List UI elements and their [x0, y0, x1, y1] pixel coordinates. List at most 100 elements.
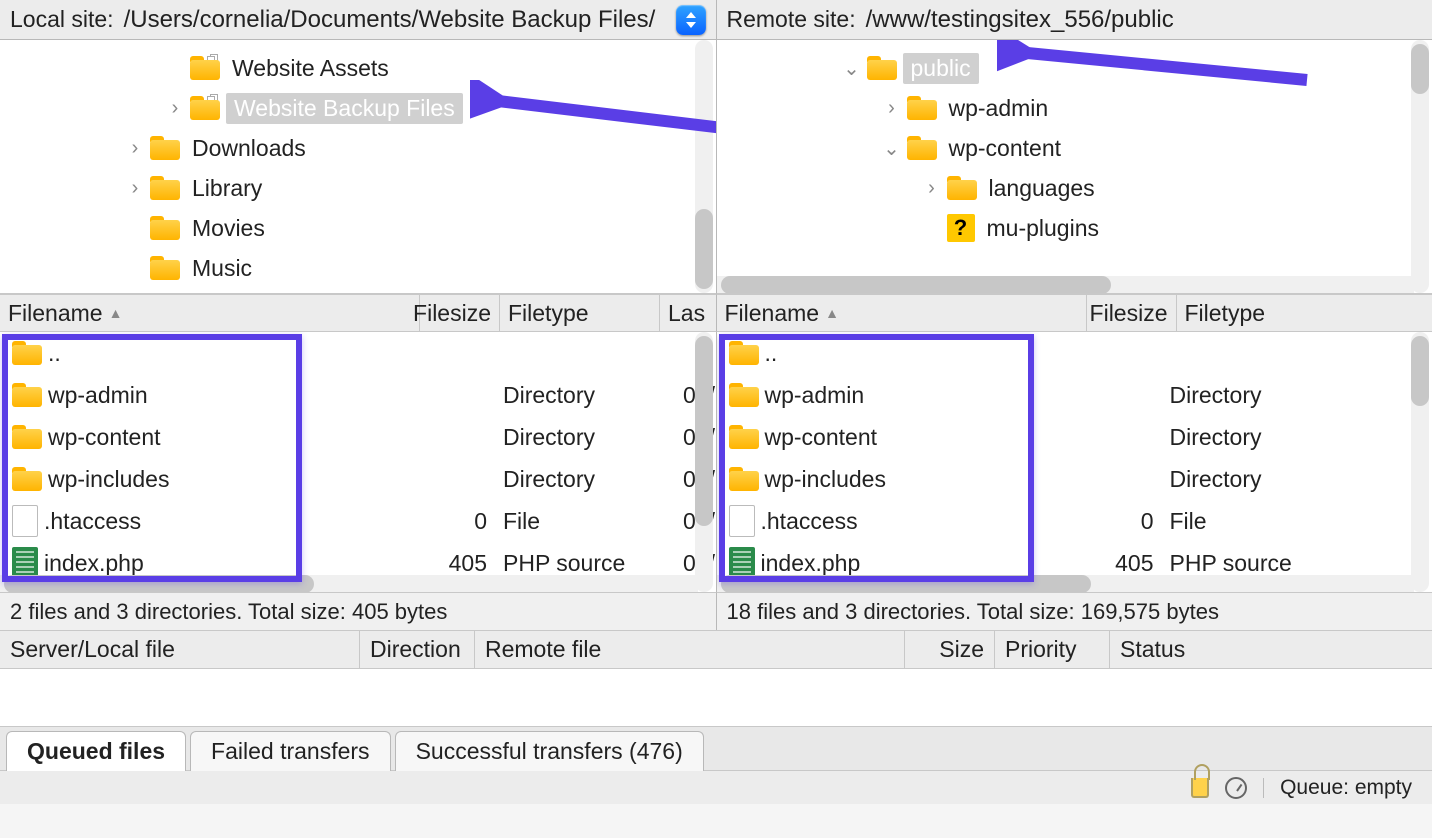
tree-item[interactable]: Music	[0, 248, 716, 288]
file-type: Directory	[1170, 466, 1262, 492]
queue-status: Queue: empty	[1280, 776, 1412, 800]
queue-body[interactable]	[0, 668, 1432, 726]
file-row[interactable]: wp-includesDirectory08/	[0, 458, 716, 500]
scrollbar[interactable]	[1411, 332, 1429, 592]
tab-successful[interactable]: Successful transfers (476)	[395, 731, 704, 771]
col-filename[interactable]: Filename	[725, 300, 820, 327]
file-name: ..	[48, 340, 61, 367]
scrollbar[interactable]	[1411, 40, 1429, 293]
tree-item-label: Movies	[186, 215, 265, 242]
qcol-remote[interactable]: Remote file	[485, 636, 601, 662]
folder-icon	[150, 136, 180, 160]
queue-header[interactable]: Server/Local file Direction Remote file …	[0, 630, 1432, 668]
tree-item-label: Music	[186, 255, 252, 282]
local-site-dropdown[interactable]	[676, 5, 706, 35]
tree-item[interactable]: ⌄ wp-content	[717, 128, 1432, 168]
file-icon	[729, 505, 755, 537]
remote-tree[interactable]: ⌄public › wp-admin ⌄ wp-content › languages ?mu…	[716, 40, 1432, 294]
file-type: PHP source	[1170, 550, 1292, 576]
speed-gauge-icon[interactable]	[1225, 777, 1247, 799]
tree-item[interactable]: › wp-admin	[717, 88, 1432, 128]
scrollbar[interactable]	[717, 276, 1415, 294]
local-file-list[interactable]: .. wp-adminDirectory08/wp-contentDirector…	[0, 332, 716, 592]
folder-icon	[150, 176, 180, 200]
tree-item[interactable]: Website Assets	[0, 48, 716, 88]
tree-row: Website Assets › Website Backup Files ›Down…	[0, 40, 1432, 294]
file-name: wp-admin	[765, 382, 865, 409]
tree-item[interactable]: ?mu-plugins	[717, 208, 1432, 248]
file-row[interactable]: wp-contentDirectory	[717, 416, 1432, 458]
qcol-direction[interactable]: Direction	[370, 636, 461, 662]
col-filetype[interactable]: Filetype	[1185, 300, 1266, 327]
file-row[interactable]: ..	[0, 332, 716, 374]
folder-icon	[867, 56, 897, 80]
remote-site-path[interactable]: /www/testingsitex_556/public	[866, 6, 1422, 34]
chevrons-icon	[684, 10, 698, 30]
qcol-size[interactable]: Size	[939, 636, 984, 662]
file-list-row: .. wp-adminDirectory08/wp-contentDirector…	[0, 332, 1432, 592]
chevron-icon[interactable]: ›	[120, 177, 150, 200]
tree-item[interactable]: › languages	[717, 168, 1432, 208]
tree-item-label: Website Assets	[226, 55, 389, 82]
local-site-path[interactable]: /Users/cornelia/Documents/Website Backup…	[124, 6, 666, 34]
chevron-icon[interactable]: ⌄	[877, 136, 907, 161]
file-row[interactable]: .htaccess0File08/	[0, 500, 716, 542]
scrollbar[interactable]	[0, 575, 698, 592]
chevron-icon[interactable]: ›	[160, 97, 190, 120]
col-filename[interactable]: Filename	[8, 300, 103, 327]
scrollbar[interactable]	[695, 332, 713, 592]
file-row[interactable]: .htaccess0File	[717, 500, 1432, 542]
folder-icon	[729, 383, 759, 407]
tree-item[interactable]: ›Library	[0, 168, 716, 208]
col-filesize[interactable]: Filesize	[413, 300, 491, 327]
tree-item[interactable]: ⌄public	[717, 48, 1432, 88]
remote-list-header[interactable]: Filename ▲ Filesize Filetype	[716, 294, 1432, 332]
folder-icon	[12, 341, 42, 365]
scrollbar[interactable]	[717, 575, 1415, 592]
file-row[interactable]: wp-contentDirectory08/	[0, 416, 716, 458]
qcol-priority[interactable]: Priority	[1005, 636, 1077, 662]
tree-item[interactable]: Movies	[0, 208, 716, 248]
file-row[interactable]: wp-adminDirectory	[717, 374, 1432, 416]
folder-icon	[190, 96, 220, 120]
tree-item-label: wp-content	[943, 135, 1062, 162]
col-last[interactable]: Las	[668, 300, 705, 327]
tab-queued[interactable]: Queued files	[6, 731, 186, 771]
tree-item[interactable]: › Website Backup Files	[0, 88, 716, 128]
tree-item-label: Website Backup Files	[226, 93, 463, 124]
qcol-file[interactable]: Server/Local file	[10, 636, 175, 662]
file-size: 405	[449, 550, 487, 576]
file-row[interactable]: wp-includes Directory	[717, 458, 1432, 500]
tab-failed[interactable]: Failed transfers	[190, 731, 391, 771]
file-row[interactable]: wp-adminDirectory08/	[0, 374, 716, 416]
status-row: 2 files and 3 directories. Total size: 4…	[0, 592, 1432, 630]
tree-item-label: wp-admin	[943, 95, 1049, 122]
lock-icon[interactable]	[1191, 778, 1209, 798]
folder-icon	[729, 425, 759, 449]
local-list-header[interactable]: Filename▲ Filesize Filetype Las	[0, 294, 716, 332]
scrollbar[interactable]	[695, 40, 713, 293]
remote-file-list[interactable]: ..wp-adminDirectorywp-contentDirectorywp…	[716, 332, 1432, 592]
chevron-icon[interactable]: ›	[917, 177, 947, 200]
col-filetype[interactable]: Filetype	[508, 300, 589, 327]
file-type: Directory	[503, 466, 595, 492]
tree-item-label: languages	[983, 175, 1095, 202]
sort-asc-icon: ▲	[825, 305, 839, 321]
folder-icon	[12, 467, 42, 491]
folder-icon	[190, 56, 220, 80]
remote-site-bar: Remote site: /www/testingsitex_556/publi…	[716, 0, 1432, 40]
col-filesize[interactable]: Filesize	[1090, 300, 1168, 327]
status-bar: Queue: empty	[0, 770, 1432, 804]
file-row[interactable]: ..	[717, 332, 1432, 374]
file-type: Directory	[503, 424, 595, 450]
tree-item[interactable]: ›Downloads	[0, 128, 716, 168]
chevron-icon[interactable]: ⌄	[837, 56, 867, 81]
file-name: wp-includes	[765, 466, 886, 493]
folder-icon	[12, 383, 42, 407]
local-tree[interactable]: Website Assets › Website Backup Files ›Down…	[0, 40, 716, 294]
file-name: ..	[765, 340, 778, 367]
chevron-icon[interactable]: ›	[120, 137, 150, 160]
qcol-status[interactable]: Status	[1120, 636, 1185, 662]
file-type: Directory	[503, 382, 595, 408]
chevron-icon[interactable]: ›	[877, 97, 907, 120]
